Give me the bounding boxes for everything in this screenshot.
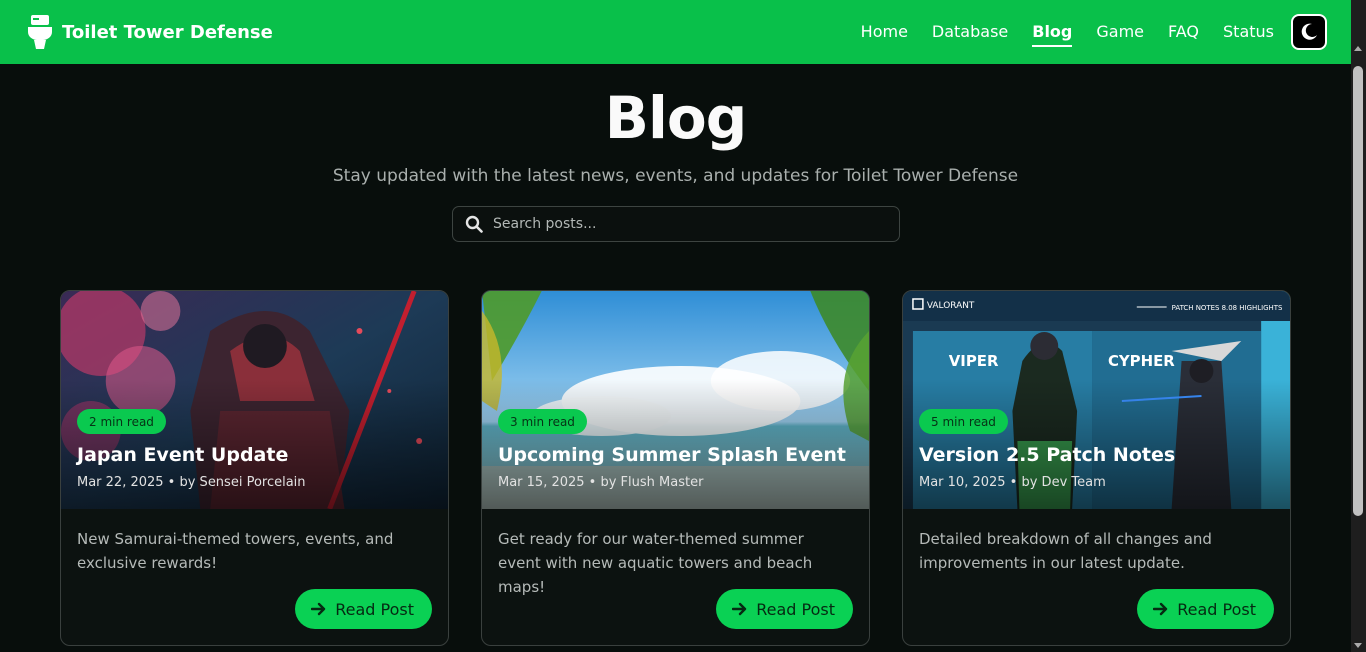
top-navbar: Toilet Tower Defense Home Database Blog …	[0, 0, 1351, 64]
nav-right: Home Database Blog Game FAQ Status	[861, 14, 1327, 50]
nav-game[interactable]: Game	[1096, 22, 1144, 43]
read-post-button[interactable]: Read Post	[716, 589, 853, 629]
card-title[interactable]: Version 2.5 Patch Notes	[919, 444, 1175, 466]
card-description: Detailed breakdown of all changes and im…	[919, 530, 1212, 572]
card-meta: Mar 10, 2025 • by Dev Team	[919, 475, 1106, 490]
nav-database[interactable]: Database	[932, 22, 1008, 43]
arrow-right-icon	[732, 602, 747, 616]
read-time-badge: 3 min read	[498, 409, 587, 434]
card-meta: Mar 22, 2025 • by Sensei Porcelain	[77, 475, 306, 490]
card-title[interactable]: Japan Event Update	[77, 444, 288, 466]
blog-card-japan-event: 2 min read Japan Event Update Mar 22, 20…	[60, 290, 449, 646]
card-image[interactable]: VALORANT PATCH NOTES 8.08 HIGHLIGHTS VIP…	[903, 291, 1290, 509]
read-post-label: Read Post	[756, 599, 835, 619]
read-time-badge: 5 min read	[919, 409, 1008, 434]
search-box[interactable]	[452, 206, 900, 242]
card-image[interactable]: 3 min read Upcoming Summer Splash Event …	[482, 291, 869, 509]
toilet-icon	[28, 15, 52, 49]
card-image[interactable]: 2 min read Japan Event Update Mar 22, 20…	[61, 291, 448, 509]
read-post-label: Read Post	[335, 599, 414, 619]
brand[interactable]: Toilet Tower Defense	[28, 15, 273, 49]
nav-status[interactable]: Status	[1223, 22, 1274, 43]
agent-left-name: VIPER	[949, 352, 999, 370]
read-post-button[interactable]: Read Post	[1137, 589, 1274, 629]
agent-right-name: CYPHER	[1108, 352, 1175, 370]
moon-icon	[1301, 23, 1317, 40]
page-subtitle: Stay updated with the latest news, event…	[332, 166, 1019, 186]
read-post-button[interactable]: Read Post	[295, 589, 432, 629]
scroll-thumb[interactable]	[1353, 66, 1363, 516]
valorant-logo-text: VALORANT	[927, 301, 975, 311]
blog-card-patch-notes: VALORANT PATCH NOTES 8.08 HIGHLIGHTS VIP…	[902, 290, 1291, 646]
arrow-right-icon	[311, 602, 326, 616]
blog-card-summer-splash: 3 min read Upcoming Summer Splash Event …	[481, 290, 870, 646]
scroll-up-arrow-icon[interactable]	[1354, 46, 1362, 51]
nav-blog[interactable]: Blog	[1032, 22, 1073, 47]
nav-links: Home Database Blog Game FAQ Status	[861, 22, 1274, 47]
card-description: New Samurai-themed towers, events, and e…	[77, 530, 394, 572]
scroll-down-arrow-icon[interactable]	[1354, 643, 1362, 648]
nav-home[interactable]: Home	[861, 22, 908, 43]
card-title[interactable]: Upcoming Summer Splash Event	[498, 444, 846, 466]
brand-title: Toilet Tower Defense	[62, 21, 273, 43]
search-input[interactable]	[493, 216, 899, 232]
read-post-label: Read Post	[1177, 599, 1256, 619]
theme-toggle-button[interactable]	[1291, 14, 1327, 50]
page-title: Blog	[604, 84, 747, 152]
patch-notes-header-text: PATCH NOTES 8.08 HIGHLIGHTS	[1172, 304, 1283, 312]
nav-faq[interactable]: FAQ	[1168, 22, 1199, 43]
read-time-badge: 2 min read	[77, 409, 166, 434]
page-scrollbar[interactable]	[1351, 0, 1366, 652]
card-meta: Mar 15, 2025 • by Flush Master	[498, 475, 704, 490]
search-icon	[465, 215, 483, 233]
arrow-right-icon	[1153, 602, 1168, 616]
